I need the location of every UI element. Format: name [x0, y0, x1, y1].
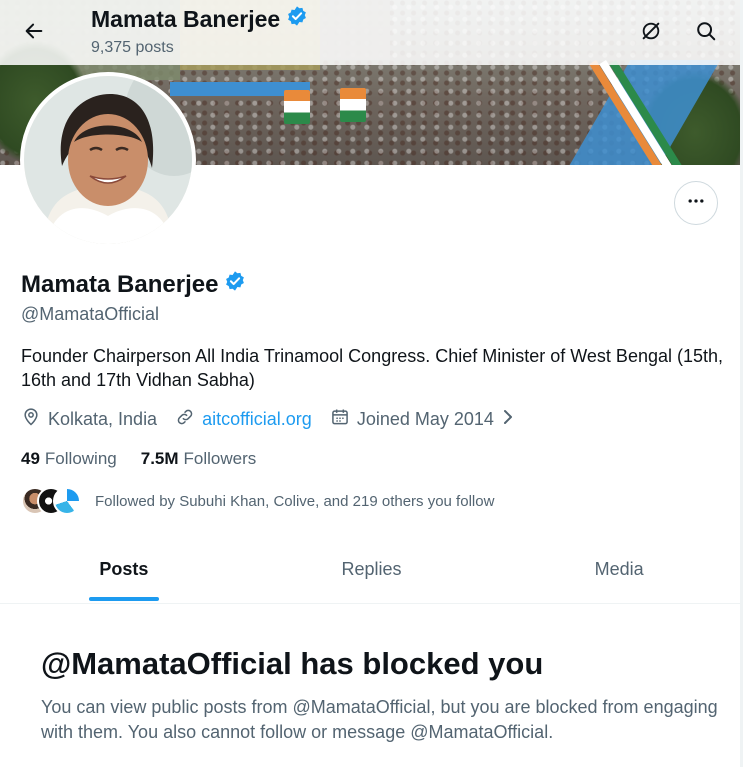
followers-count: 7.5M [140, 449, 179, 468]
followers-you-know[interactable]: Followed by Subuhi Khan, Colive, and 219… [21, 487, 494, 515]
grok-icon [640, 20, 662, 47]
grok-button[interactable] [631, 13, 671, 53]
profile-avatar[interactable] [20, 72, 196, 248]
tab-posts[interactable]: Posts [0, 547, 248, 603]
calendar-icon [330, 407, 350, 432]
profile-tabs: Posts Replies Media [0, 547, 743, 604]
follow-counts: 49 Following 7.5M Followers [21, 449, 280, 469]
following-label: Following [44, 449, 117, 468]
profile-name: Mamata Banerjee [21, 270, 219, 298]
more-options-button[interactable] [674, 181, 718, 225]
blocked-title: @MamataOfficial has blocked you [41, 646, 544, 681]
posts-count: 9,375 posts [91, 39, 174, 56]
search-icon [695, 20, 717, 47]
profile-name-row: Mamata Banerjee [21, 270, 246, 299]
profile-bio: Founder Chairperson All India Trinamool … [21, 346, 724, 390]
chevron-right-icon [501, 408, 515, 431]
tab-label: Media [594, 559, 644, 579]
followed-by-text: Followed by Subuhi Khan, Colive, and 219… [95, 492, 495, 510]
mutual-avatar [53, 487, 81, 515]
profile-meta: Kolkata, India aitcofficial.org Joined M… [21, 407, 533, 432]
profile-header: Mamata Banerjee 9,375 posts [0, 0, 743, 65]
following-count: 49 [21, 449, 40, 468]
arrow-left-icon [23, 20, 45, 47]
verified-badge-icon [286, 5, 308, 33]
tab-label: Replies [341, 559, 402, 579]
verified-badge-icon[interactable] [224, 270, 246, 299]
website-link[interactable]: aitcofficial.org [202, 409, 312, 430]
active-tab-indicator [88, 597, 159, 601]
more-icon [686, 191, 706, 216]
location-text: Kolkata, India [48, 409, 158, 429]
profile-website[interactable]: aitcofficial.org [175, 407, 312, 432]
following-link[interactable]: 49 Following [21, 449, 117, 469]
followers-label: Followers [183, 449, 257, 468]
profile-location: Kolkata, India [21, 407, 157, 432]
joined-text: Joined May 2014 [356, 409, 494, 429]
tab-media[interactable]: Media [495, 547, 743, 603]
profile-handle: @MamataOfficial [21, 304, 159, 324]
header-name: Mamata Banerjee [91, 5, 281, 32]
back-button[interactable] [14, 13, 54, 53]
tab-replies[interactable]: Replies [248, 547, 496, 603]
blocked-message: You can view public posts from @MamataOf… [41, 697, 718, 742]
link-icon [175, 407, 195, 432]
location-icon [21, 407, 41, 432]
header-title: Mamata Banerjee [91, 5, 308, 33]
followers-link[interactable]: 7.5M Followers [141, 449, 257, 469]
profile-joined[interactable]: Joined May 2014 [330, 407, 515, 432]
search-button[interactable] [686, 13, 726, 53]
